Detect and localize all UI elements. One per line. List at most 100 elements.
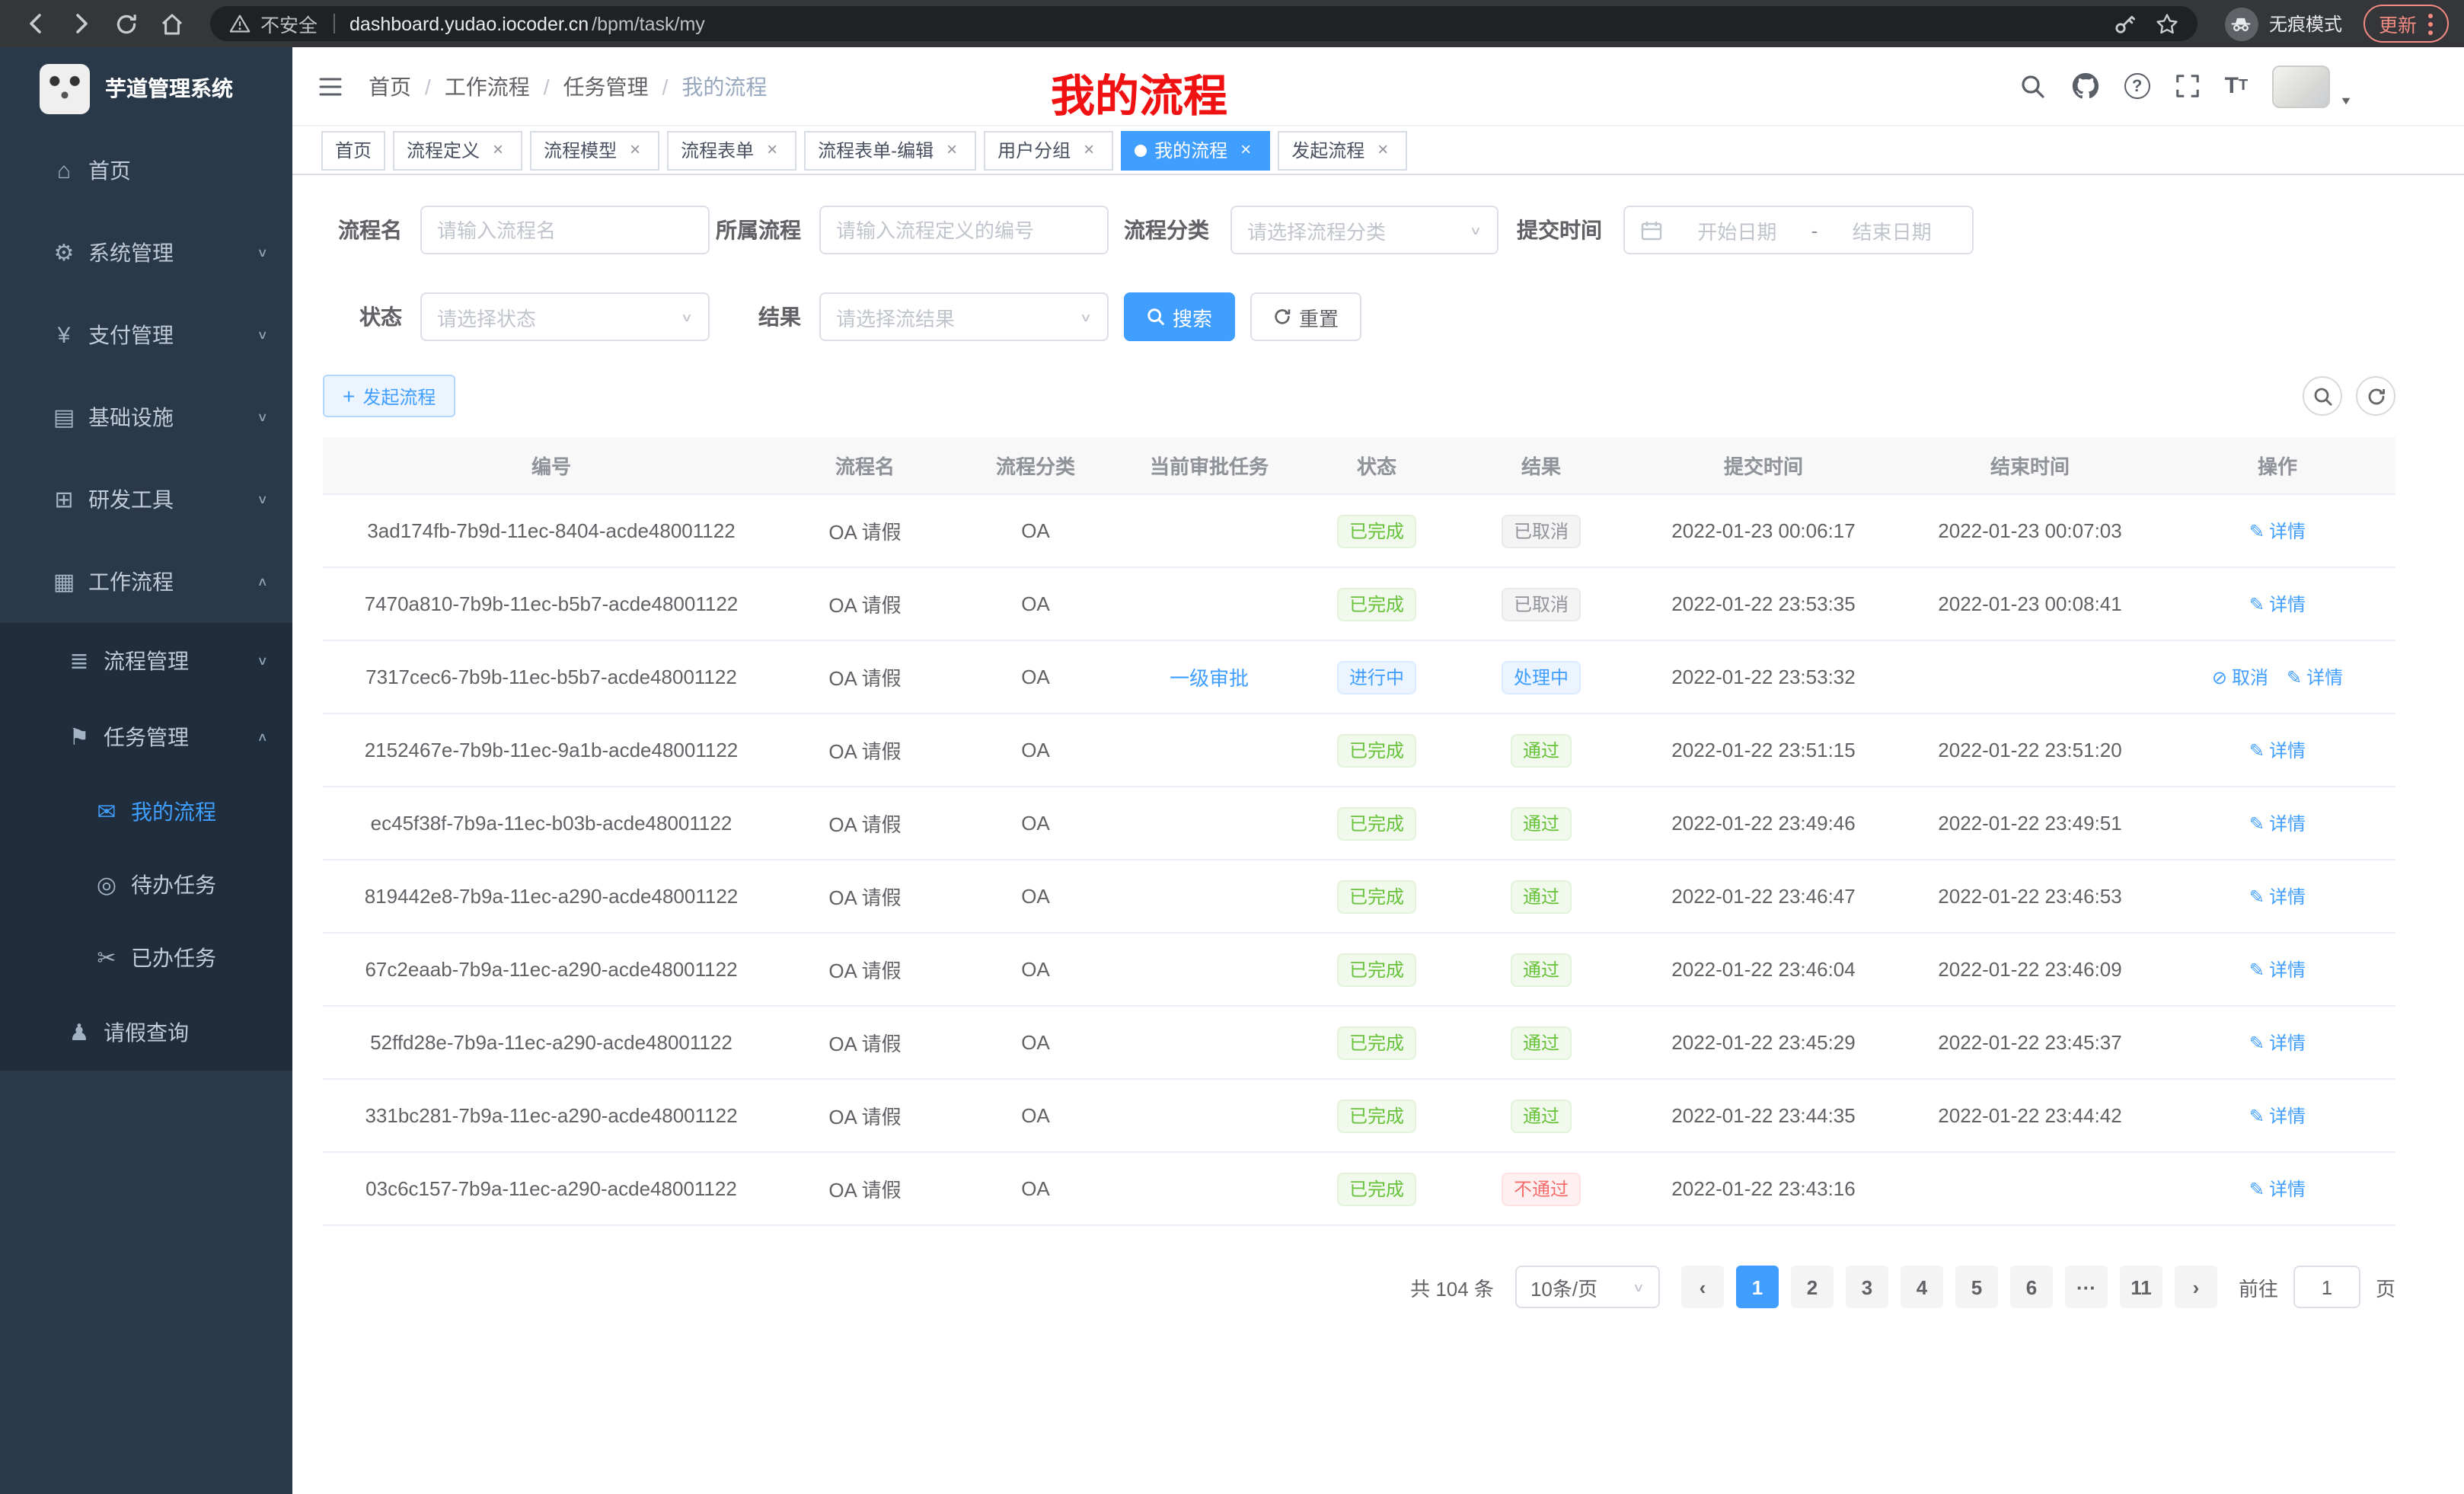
page-button-2[interactable]: 2 [1791,1266,1834,1308]
font-size-icon[interactable]: TT [2225,75,2249,97]
avatar-dropdown-caret-icon[interactable]: ▼ [2339,94,2353,106]
tab-label: 流程表单 [681,137,754,163]
detail-button[interactable]: ✎详情 [2249,737,2306,763]
address-bar[interactable]: 不安全 dashboard.yudao.iocoder.cn /bpm/task… [210,6,2197,41]
sidebar-item-workflow[interactable]: ▦工作流程∧ [0,541,292,623]
detail-button[interactable]: ✎详情 [2249,956,2306,982]
password-key-icon[interactable] [2112,11,2137,36]
close-icon[interactable]: × [1235,139,1256,161]
date-end-placeholder[interactable]: 结束日期 [1827,215,1957,244]
search-icon[interactable] [2019,72,2047,100]
close-icon[interactable]: × [1372,139,1393,161]
sidebar-item-process-manage[interactable]: ≣流程管理∨ [0,623,292,699]
forward-icon[interactable] [61,5,101,42]
start-process-button[interactable]: + 发起流程 [323,375,455,417]
status-badge: 已完成 [1337,953,1416,986]
tab-my-process[interactable]: 我的流程 × [1121,130,1270,170]
detail-button[interactable]: ✎详情 [2249,518,2306,544]
refresh-table-button[interactable] [2356,376,2395,416]
jump-page-input[interactable] [2293,1266,2360,1308]
question-mark: ? [2124,73,2150,99]
help-icon[interactable]: ? [2124,73,2150,99]
detail-button[interactable]: ✎详情 [2287,664,2343,690]
sidebar-item-devtools[interactable]: ⊞研发工具∨ [0,458,292,541]
breadcrumb-item[interactable]: 首页 [369,71,411,101]
detail-button[interactable]: ✎详情 [2249,1176,2306,1202]
content: 流程名 所属流程 流程分类 请选择流程分类 ∨ 提交时间 [292,175,2464,1494]
sidebar-item-todo-task[interactable]: ◎待办任务 [0,848,292,921]
tab-process-form-edit[interactable]: 流程表单-编辑× [804,130,976,170]
detail-button[interactable]: ✎详情 [2249,883,2306,909]
avatar[interactable] [2272,65,2330,107]
tab-process-definition[interactable]: 流程定义× [393,130,522,170]
table-row: ec45f38f-7b9a-11ec-b03b-acde48001122OA 请… [323,787,2395,860]
sidebar-item-done-task[interactable]: ✂已办任务 [0,921,292,994]
cell-status: 已完成 [1297,733,1456,767]
page-button-5[interactable]: 5 [1955,1266,1998,1308]
bookmark-star-icon[interactable] [2155,11,2179,36]
url-domain[interactable]: dashboard.yudao.iocoder.cn [349,13,589,34]
app-logo[interactable]: 芋道管理系统 [0,47,292,129]
sidebar-item-payment[interactable]: ¥支付管理∨ [0,294,292,376]
close-icon[interactable]: × [487,139,509,161]
next-page-button[interactable]: › [2175,1266,2217,1308]
submit-time-label: 提交时间 [1499,215,1623,245]
tab-process-form[interactable]: 流程表单 × [667,130,796,170]
status-select[interactable]: 请选择状态 ∨ [420,292,710,341]
close-icon[interactable]: × [761,139,783,161]
current-task-link[interactable]: 一级审批 [1170,667,1249,690]
security-label[interactable]: 不安全 [260,9,318,38]
sidebar-item-my-process[interactable]: ✉我的流程 [0,775,292,848]
tab-home[interactable]: 首页 [321,130,385,170]
process-name-input[interactable] [420,206,710,254]
cancel-button[interactable]: ⊘取消 [2212,664,2268,690]
reload-icon[interactable] [107,5,146,42]
toggle-search-button[interactable] [2303,376,2342,416]
prev-page-button[interactable]: ‹ [1681,1266,1724,1308]
submit-time-range-picker[interactable]: 开始日期 - 结束日期 [1623,206,1974,254]
browser-menu-icon[interactable] [2427,11,2434,36]
fullscreen-icon[interactable] [2175,73,2201,99]
process-category-select[interactable]: 请选择流程分类 ∨ [1230,206,1499,254]
process-definition-input[interactable] [819,206,1109,254]
page-button-6[interactable]: 6 [2010,1266,2053,1308]
sidebar-item-home[interactable]: ⌂首页 [0,129,292,212]
sidebar-item-task-manage[interactable]: ⚑任务管理∧ [0,699,292,775]
tab-label: 我的流程 [1154,137,1227,163]
search-button[interactable]: 搜索 [1124,292,1235,341]
reset-button[interactable]: 重置 [1250,292,1361,341]
github-icon[interactable] [2071,72,2100,101]
close-icon[interactable]: × [1078,139,1100,161]
detail-button[interactable]: ✎详情 [2249,591,2306,617]
url-path[interactable]: /bpm/task/my [592,13,705,34]
tab-user-group[interactable]: 用户分组× [984,130,1113,170]
tab-process-model[interactable]: 流程模型× [530,130,659,170]
close-icon[interactable]: × [941,139,962,161]
breadcrumb-item[interactable]: 任务管理 [563,71,649,101]
detail-button[interactable]: ✎详情 [2249,810,2306,836]
result-select[interactable]: 请选择流结果 ∨ [819,292,1109,341]
active-tab-dot [1135,144,1147,156]
table-row: 03c6c157-7b9a-11ec-a290-acde48001122OA 请… [323,1153,2395,1226]
back-icon[interactable] [15,5,55,42]
update-chip[interactable]: 更新 [2363,5,2449,43]
breadcrumb-item[interactable]: 工作流程 [445,71,530,101]
detail-button[interactable]: ✎详情 [2249,1103,2306,1128]
page-size-select[interactable]: 10条/页 ∨ [1515,1266,1660,1308]
page-button-11[interactable]: 11 [2120,1266,2162,1308]
close-icon[interactable]: × [624,139,646,161]
process-definition-field[interactable] [836,219,1092,241]
more-pages-button[interactable]: ··· [2065,1266,2108,1308]
page-button-4[interactable]: 4 [1901,1266,1943,1308]
process-name-field[interactable] [437,219,693,241]
detail-button[interactable]: ✎详情 [2249,1030,2306,1055]
home-button-icon[interactable] [152,5,192,42]
page-button-3[interactable]: 3 [1846,1266,1888,1308]
tab-start-process[interactable]: 发起流程× [1278,130,1407,170]
sidebar-item-system[interactable]: ⚙系统管理∨ [0,212,292,294]
sidebar-item-leave-query[interactable]: ♟请假查询 [0,994,292,1071]
page-button-1[interactable]: 1 [1736,1266,1779,1308]
sidebar-fold-icon[interactable] [317,72,344,100]
date-start-placeholder[interactable]: 开始日期 [1672,215,1802,244]
sidebar-item-infrastructure[interactable]: ▤基础设施∨ [0,376,292,458]
